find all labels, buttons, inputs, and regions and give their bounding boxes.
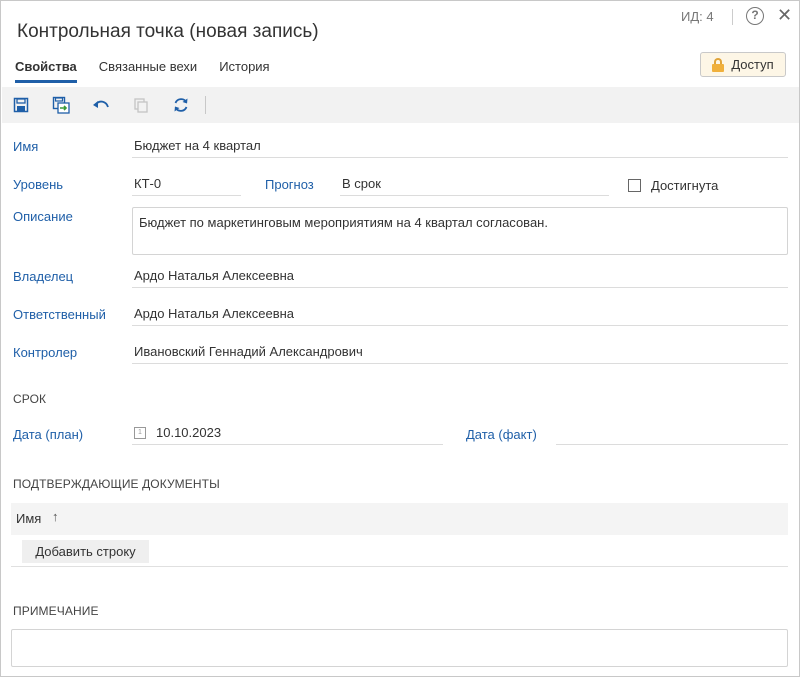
fact-date-field[interactable] [556, 423, 788, 445]
responsible-label: Ответственный [13, 307, 106, 322]
grid-divider [11, 566, 788, 567]
description-label: Описание [13, 209, 73, 224]
window-title: Контрольная точка (новая запись) [17, 21, 319, 42]
toolbar [2, 87, 799, 123]
fact-date-label: Дата (факт) [466, 427, 537, 442]
forecast-field[interactable]: В срок [340, 174, 609, 196]
tab-history[interactable]: История [219, 59, 269, 83]
owner-label: Владелец [13, 269, 74, 284]
note-textarea[interactable] [11, 629, 788, 667]
lock-icon [712, 57, 725, 72]
sort-ascending-icon[interactable]: ↑ [52, 509, 59, 524]
column-header-name[interactable]: Имя [16, 511, 41, 526]
access-button-label: Доступ [731, 57, 774, 72]
save-and-close-icon[interactable] [51, 95, 71, 115]
undo-icon[interactable] [91, 95, 111, 115]
tab-bar: Свойства Связанные вехи История [15, 59, 292, 83]
documents-section-title: ПОДТВЕРЖДАЮЩИЕ ДОКУМЕНТЫ [13, 477, 220, 491]
save-icon[interactable] [11, 95, 31, 115]
plan-date-label: Дата (план) [13, 427, 84, 442]
header-divider [732, 9, 733, 25]
owner-field[interactable]: Ардо Наталья Алексеевна [132, 266, 788, 288]
level-field[interactable]: КТ-0 [132, 174, 241, 196]
plan-date-field[interactable]: 10.10.2023 [132, 423, 443, 445]
tab-related-milestones[interactable]: Связанные вехи [99, 59, 197, 83]
controller-label: Контролер [13, 345, 78, 360]
name-label: Имя [13, 139, 39, 154]
help-icon[interactable]: ? [746, 7, 764, 25]
toolbar-divider [205, 96, 206, 114]
name-field[interactable]: Бюджет на 4 квартал [132, 136, 788, 158]
controller-field[interactable]: Ивановский Геннадий Александрович [132, 342, 788, 364]
deadline-section-title: СРОК [13, 392, 47, 406]
description-textarea[interactable]: Бюджет по маркетинговым мероприятиям на … [132, 207, 788, 255]
access-button[interactable]: Доступ [700, 52, 786, 77]
achieved-label: Достигнута [651, 178, 719, 193]
record-id-label: ИД: 4 [681, 9, 714, 24]
note-section-title: ПРИМЕЧАНИЕ [13, 604, 99, 618]
documents-grid-header: Имя ↑ [11, 503, 788, 535]
achieved-checkbox[interactable] [628, 179, 641, 192]
forecast-label: Прогноз [265, 177, 314, 192]
refresh-icon[interactable] [171, 95, 191, 115]
tab-properties[interactable]: Свойства [15, 59, 77, 83]
add-row-button[interactable]: Добавить строку [22, 540, 149, 563]
level-label: Уровень [13, 177, 64, 192]
copy-icon[interactable] [131, 95, 151, 115]
record-window: Контрольная точка (новая запись) ИД: 4 ?… [0, 0, 800, 677]
responsible-field[interactable]: Ардо Наталья Алексеевна [132, 304, 788, 326]
close-icon[interactable]: ✕ [777, 5, 792, 25]
